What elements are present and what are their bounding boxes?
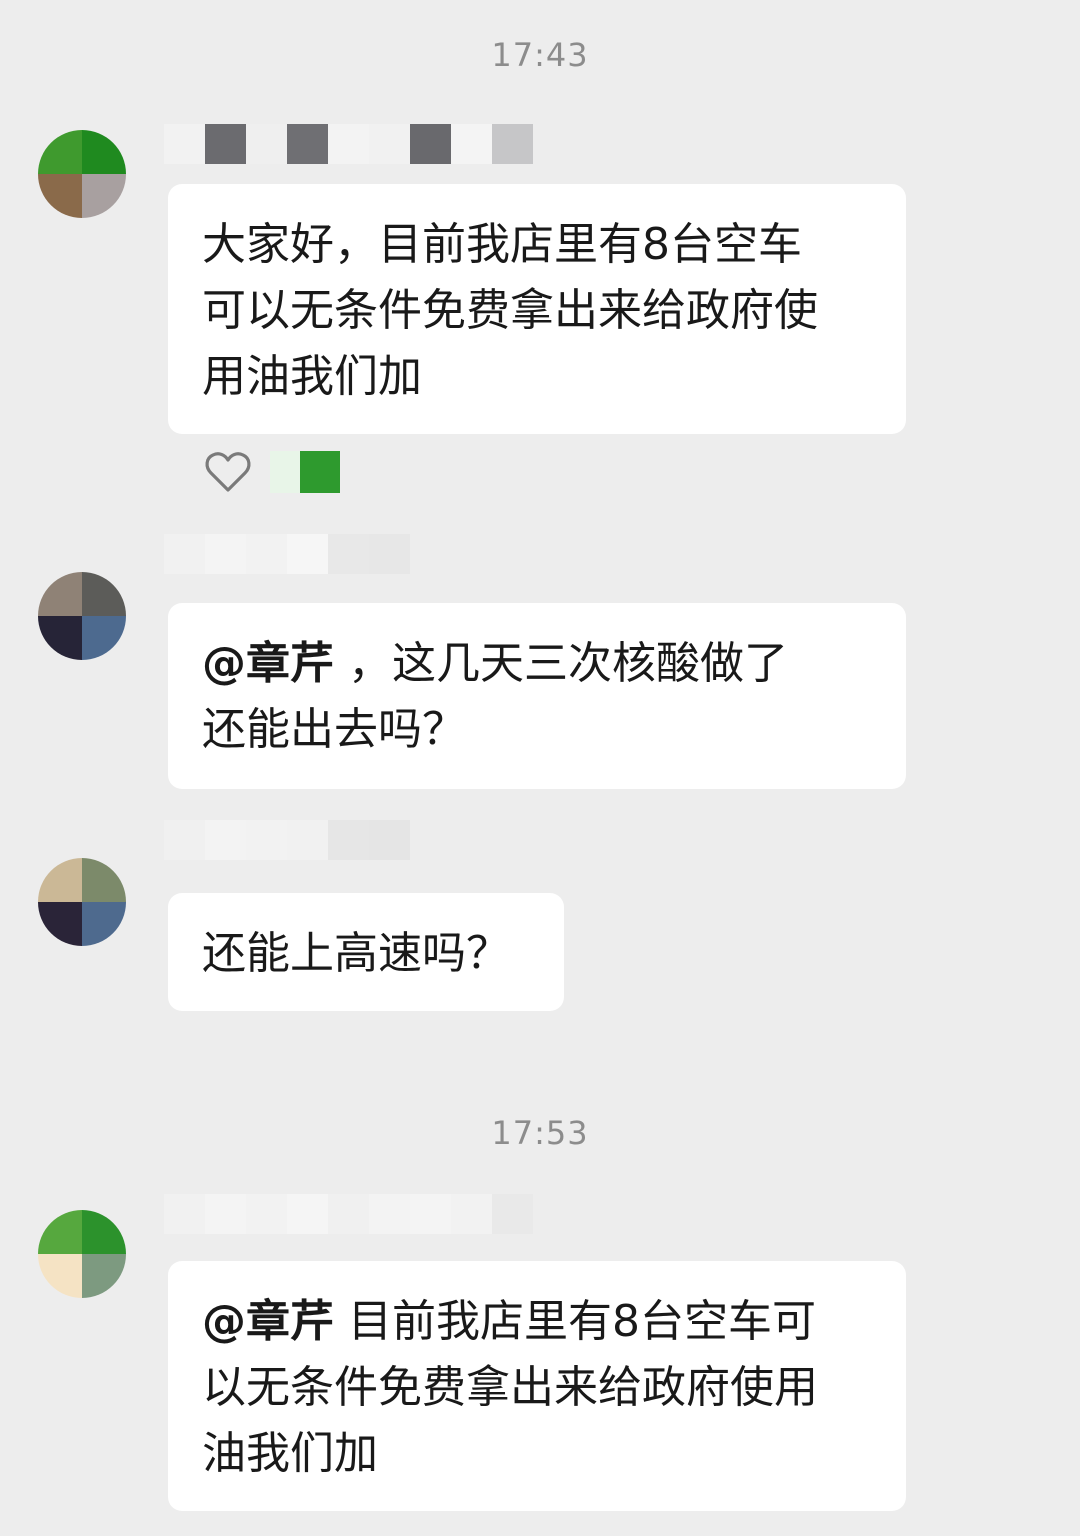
message-text: 大家好，目前我店里有8台空车 可以无条件免费拿出来给政府使 用油我们加 [202, 219, 818, 402]
liker-avatar[interactable] [270, 451, 346, 493]
avatar[interactable] [38, 572, 126, 660]
timestamp: 17:53 [491, 1114, 589, 1152]
message-bubble[interactable]: @章芹 目前我店里有8台空车可 以无条件免费拿出来给政府使用 油我们加 [168, 1261, 906, 1511]
like-row[interactable] [204, 450, 346, 494]
avatar[interactable] [38, 858, 126, 946]
message-text: 还能上高速吗？ [202, 928, 510, 979]
mention-tag[interactable]: @章芹 [202, 1296, 334, 1347]
sender-nickname-blurred [164, 124, 533, 164]
sender-nickname-blurred [164, 534, 410, 574]
message-bubble[interactable]: 大家好，目前我店里有8台空车 可以无条件免费拿出来给政府使 用油我们加 [168, 184, 906, 434]
timestamp: 17:43 [491, 36, 589, 74]
sender-nickname-blurred [164, 820, 410, 860]
sender-nickname-blurred [164, 1194, 533, 1234]
avatar[interactable] [38, 130, 126, 218]
avatar[interactable] [38, 1210, 126, 1298]
heart-icon[interactable] [204, 450, 252, 494]
message-bubble[interactable]: @章芹 ，这几天三次核酸做了 还能出去吗？ [168, 603, 906, 789]
mention-tag[interactable]: @章芹 [202, 638, 334, 689]
message-bubble[interactable]: 还能上高速吗？ [168, 893, 564, 1011]
